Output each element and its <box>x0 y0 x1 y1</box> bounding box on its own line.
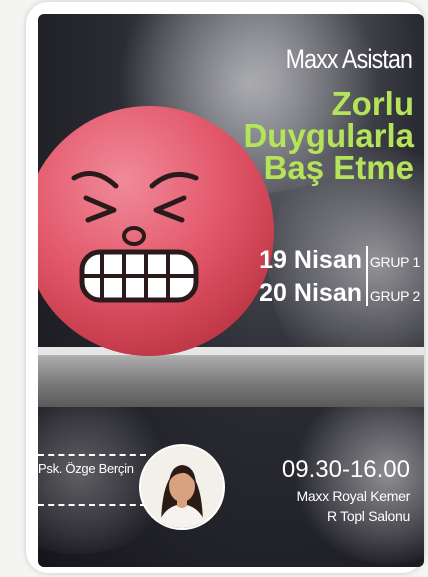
event-poster-image[interactable]: Maxx Asistan Zorlu Duygularla Baş Etme 1… <box>38 14 424 567</box>
session-date: 20 Nisan <box>259 279 362 307</box>
divider <box>366 246 368 306</box>
dashed-line <box>38 454 146 456</box>
title-line: Duygularla <box>243 117 414 154</box>
brand-name: Maxx Asistan <box>285 44 413 74</box>
person-icon <box>157 465 207 528</box>
event-title: Zorlu Duygularla Baş Etme <box>243 85 414 186</box>
venue-line: R Topl Salonu <box>326 508 410 524</box>
speaker-name: Psk. Özge Berçin <box>38 461 134 476</box>
dashed-line <box>38 504 146 506</box>
title-line: Baş Etme <box>263 149 414 186</box>
angry-face-icon <box>71 171 199 303</box>
event-time: 09.30-16.00 <box>281 456 410 483</box>
session-date: 19 Nisan <box>259 246 362 274</box>
session-group: GRUP 1 <box>369 254 420 270</box>
board-decoration <box>38 347 424 407</box>
stress-ball-icon <box>38 106 274 356</box>
session-group: GRUP 2 <box>369 288 420 304</box>
speaker-photo <box>139 444 225 530</box>
venue-line: Maxx Royal Kemer <box>296 488 411 504</box>
title-line: Zorlu <box>331 85 414 122</box>
